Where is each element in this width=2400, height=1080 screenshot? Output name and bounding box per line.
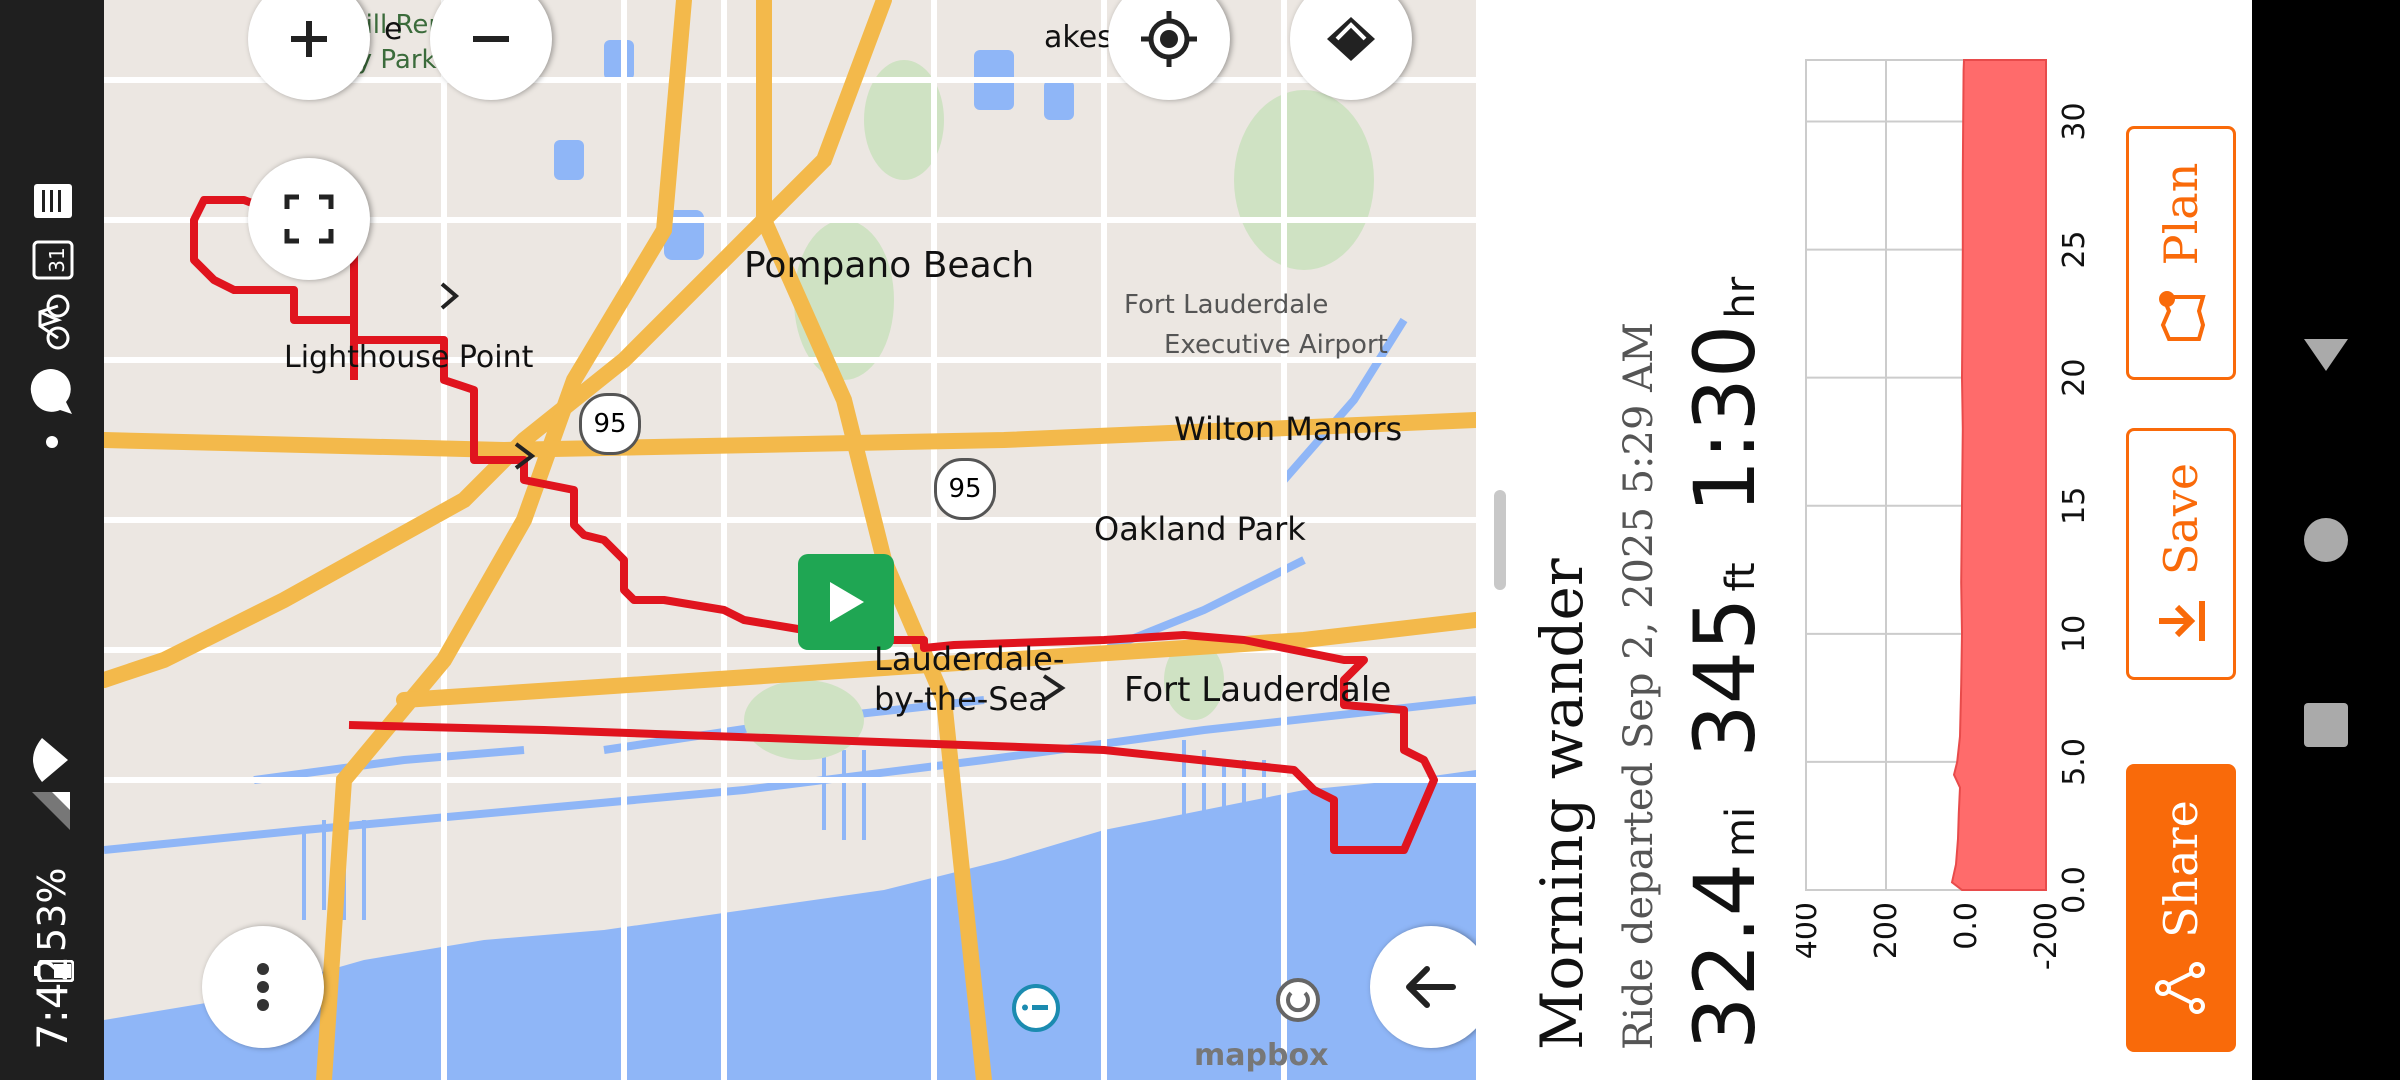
info-icon[interactable] [1010,982,1062,1034]
ride-details-sheet: Morning wander Ride departed Sep 2, 2025… [1476,0,2252,1080]
recents-icon[interactable] [2296,695,2356,755]
notification-icons: 31 [30,184,74,448]
minus-icon [473,36,509,42]
system-nav-bar [2252,0,2400,1080]
ride-subtitle: Ride departed Sep 2, 2025 5:29 AM [1616,322,1662,1050]
more-icon [257,963,269,1011]
calendar-icon: 31 [32,240,74,280]
map-label-lighthouse-point: Lighthouse Point [284,340,534,375]
dot-icon [46,436,58,448]
map-label-wilton-manors: Wilton Manors [1174,410,1403,448]
messages-icon [30,369,72,414]
highway-95-shield: 95 [934,458,996,520]
share-label: Share [2154,800,2208,938]
y-tick-label: 0.0 [1949,902,1984,950]
save-button[interactable]: Save [2126,428,2236,680]
x-tick-label: 0.0 [2057,866,2086,914]
layers-icon [1327,17,1375,61]
ride-title: Morning wander [1528,558,1596,1050]
mapbox-attribution[interactable]: mapbox [1194,1038,1328,1073]
route-start-marker[interactable] [798,554,894,650]
elevation-unit: ft [1718,562,1764,592]
x-tick-label: 10 [2057,615,2086,653]
map-label-lauderdale-by-the-sea-2: by-the-Sea [874,680,1048,718]
status-bar: 7:42 53% 31 [0,0,104,1080]
wifi-icon [33,738,68,782]
plan-icon [2159,291,2206,342]
fullscreen-button[interactable] [248,158,370,280]
battery-percent: 53% [30,867,74,952]
x-tick-label: 25 [2057,230,2086,268]
map-label-executive-airport-1: Fort Lauderdale [1124,290,1329,320]
svg-text:31: 31 [45,247,69,272]
x-tick-label: 5.0 [2057,738,2086,786]
map-label-pompano-beach: Pompano Beach [744,245,1035,286]
battery-icon [34,960,74,982]
map-label-oakland-park: Oakland Park [1094,510,1306,548]
signal-icon [32,792,70,830]
back-icon[interactable] [2296,325,2356,385]
distance-unit: mi [1718,806,1764,857]
locate-icon [1141,11,1197,67]
elevation-area [1950,59,2047,891]
x-tick-label: 20 [2057,359,2086,397]
plus-icon [291,21,327,57]
x-tick-label: 30 [2057,102,2086,140]
share-button[interactable]: Share [2126,764,2236,1052]
duration-value: 1:30 [1676,324,1774,514]
map-label-lauderdale-by-the-sea: Lauderdale- [874,640,1065,678]
save-label: Save [2154,462,2208,576]
map-label-fort-lauderdale: Fort Lauderdale [1124,670,1392,710]
plan-label: Plan [2154,162,2208,266]
map-label-executive-airport-2: Executive Airport [1164,330,1388,360]
notes-icon [34,184,72,218]
elevation-chart[interactable]: 400 200 0.0 -2000.05.01015202530 [1796,0,2086,1080]
more-button[interactable] [202,926,324,1048]
mapbox-logo: mapbox [1194,1038,1329,1073]
share-icon [2155,961,2205,1014]
y-tick-label: 200 [1869,902,1904,959]
plan-button[interactable]: Plan [2126,126,2236,380]
distance-value: 32.4 [1676,862,1774,1050]
save-icon [2159,601,2205,642]
map-label-lakes: akes [1044,20,1113,55]
fullscreen-icon [284,194,334,244]
bike-icon [38,294,70,350]
x-tick-label: 15 [2057,487,2086,525]
route-map[interactable]: 95 95 Fort Lauderdale Wilton Manors Oakl… [104,0,1476,1080]
sheet-drag-handle[interactable] [1494,490,1506,590]
highway-95-shield-2: 95 [579,393,641,455]
map-label-e: e [384,12,403,47]
ride-stats: 32.4mi 345 ft 1:30 hr [1676,233,1774,1050]
duration-unit: hr [1718,276,1764,319]
north-arrow-icon [1406,966,1456,1008]
y-tick-label: 400 [1796,902,1824,959]
elevation-value: 345 [1676,597,1774,758]
copyright-icon[interactable] [1274,976,1322,1024]
home-icon[interactable] [2296,510,2356,570]
